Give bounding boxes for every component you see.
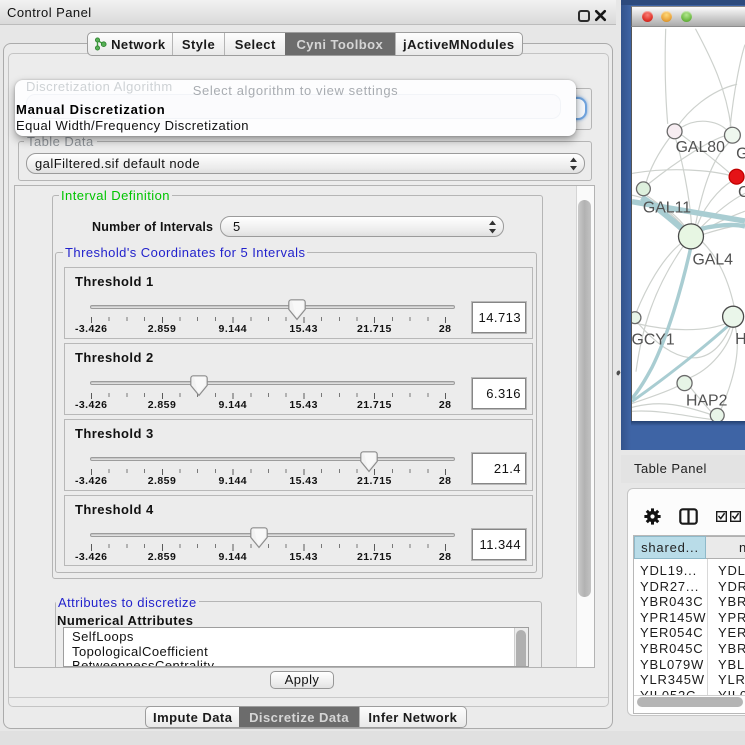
svg-text:GAL4: GAL4 <box>692 252 733 269</box>
svg-text:CD: CD <box>738 184 745 201</box>
svg-text:GAL80: GAL80 <box>676 139 726 156</box>
svg-text:HAP2: HAP2 <box>686 392 728 409</box>
svg-text:GA: GA <box>736 146 745 163</box>
svg-text:HA: HA <box>735 331 745 348</box>
svg-text:GCY1: GCY1 <box>632 331 675 348</box>
svg-text:GAL11: GAL11 <box>643 200 691 217</box>
